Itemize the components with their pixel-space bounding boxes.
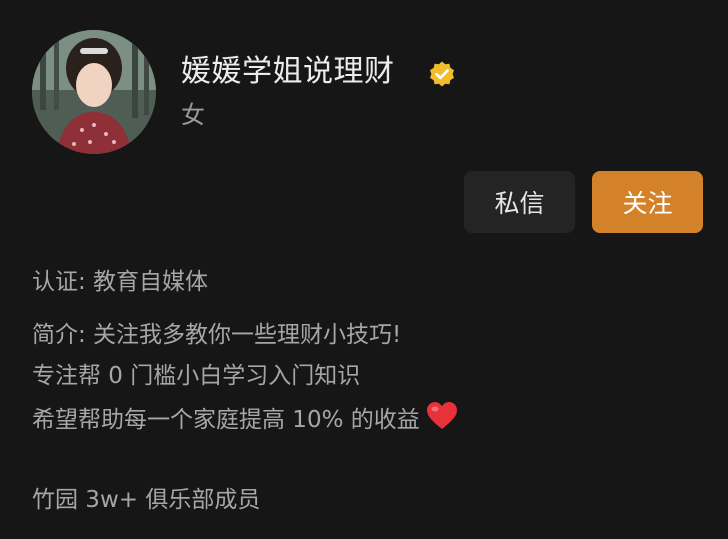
certification-text: 认证: 教育自媒体 [32,269,209,295]
red-heart-icon [426,402,457,429]
intro-line-3-row: 希望帮助每一个家庭提高 10% 的收益 [32,401,458,436]
club-membership-text: 竹园 3w+ 俱乐部成员 [32,487,261,513]
follow-button[interactable]: 关注 [592,171,703,233]
verified-badge-icon [430,61,454,87]
avatar-photo [32,30,156,154]
gender-label: 女 [181,101,205,129]
display-name: 媛媛学姐说理财 [181,54,395,89]
intro-line-1: 简介: 关注我多教你一些理财小技巧! [32,322,402,348]
profile-avatar[interactable] [32,30,156,154]
message-button[interactable]: 私信 [464,171,575,233]
intro-line-3: 希望帮助每一个家庭提高 10% 的收益 [32,407,420,433]
intro-line-2: 专注帮 0 门槛小白学习入门知识 [32,363,361,389]
